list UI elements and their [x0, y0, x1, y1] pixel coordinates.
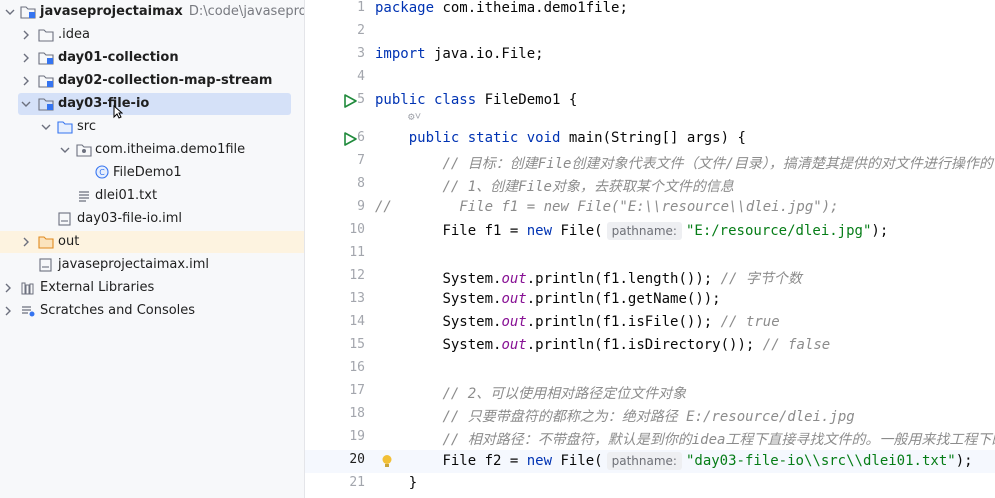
line-number: 12	[349, 268, 365, 283]
line-number: 11	[349, 245, 365, 260]
code-line-3: import java.io.File;	[375, 46, 544, 62]
line-number: 10	[349, 222, 365, 237]
code-line-14: System.out.println(f1.isFile()); // true	[442, 314, 780, 330]
code-line-6: public static void main(String[] args) {	[408, 130, 746, 146]
chevron-right-icon[interactable]	[2, 282, 14, 294]
package-icon	[76, 143, 92, 157]
tree-root-row[interactable]: javaseprojectaimaxD:\code\javaseprojecta…	[0, 1, 304, 23]
code-line-13: System.out.println(f1.getName());	[442, 291, 721, 307]
line-number: 1	[357, 0, 365, 15]
project-tree-panel: javaseprojectaimaxD:\code\javaseprojecta…	[0, 0, 305, 498]
tree-item-label: day03-file-io	[58, 96, 150, 111]
tree-item-label: src	[77, 119, 96, 134]
tree-item-label: dlei01.txt	[95, 188, 158, 203]
chevron-down-icon[interactable]	[4, 6, 16, 18]
tree-item-dlei01[interactable]: dlei01.txt	[0, 185, 304, 207]
chevron-right-icon[interactable]	[2, 305, 14, 317]
iml-file-icon	[57, 212, 73, 226]
line-number: 14	[349, 314, 365, 329]
tree-item-label: Scratches and Consoles	[40, 303, 196, 318]
code-line-7: // 目标：创建File创建对象代表文件（文件/目录），搞清楚其提供的对文件进行…	[442, 156, 993, 172]
chevron-right-icon[interactable]	[20, 52, 32, 64]
parameter-hint: pathname:	[606, 452, 682, 470]
chevron-right-icon[interactable]	[20, 75, 32, 87]
run-class-icon[interactable]	[343, 93, 357, 108]
code-line-17: // 2、可以使用相对路径定位文件对象	[442, 386, 687, 402]
tree-item-project-iml[interactable]: javaseprojectaimax.iml	[0, 254, 304, 276]
code-line-8: // 1、创建File对象，去获取某个文件的信息	[442, 179, 734, 195]
tree-item-label: External Libraries	[40, 280, 155, 295]
line-number: 9	[357, 199, 365, 214]
library-icon	[20, 281, 36, 295]
line-number: 4	[357, 69, 365, 84]
code-line-21: }	[408, 475, 418, 491]
svg-text:C: C	[99, 168, 105, 177]
line-number: 17	[349, 383, 365, 398]
code-line-20: File f2 = new File(pathname: "day03-file-…	[442, 452, 973, 470]
tree-item-idea[interactable]: .idea	[0, 24, 304, 46]
source-folder-icon	[57, 120, 73, 134]
module-folder-icon	[38, 74, 54, 88]
line-number: 13	[349, 291, 365, 306]
line-number: 15	[349, 337, 365, 352]
excluded-folder-icon	[38, 235, 54, 249]
tree-item-label: day01-collection	[58, 50, 179, 65]
tree-item-day03[interactable]: day03-file-io	[0, 93, 304, 119]
code-line-5: public class FileDemo1 {	[375, 92, 578, 108]
code-line-18: // 只要带盘符的都称之为：绝对路径 E:/resource/dlei.jpg	[442, 409, 855, 425]
line-number: 19	[349, 429, 365, 444]
tree-item-out[interactable]: out	[0, 231, 304, 253]
line-number: 3	[357, 46, 365, 61]
tree-item-label: FileDemo1	[113, 165, 182, 180]
chevron-right-icon[interactable]	[20, 236, 32, 248]
tree-item-day01[interactable]: day01-collection	[0, 47, 304, 69]
tree-item-label: day03-file-io.iml	[77, 211, 182, 226]
tree-item-label: out	[58, 234, 80, 249]
run-main-icon[interactable]	[343, 131, 357, 146]
code-line-12: System.out.println(f1.length()); // 字节个数	[442, 271, 802, 287]
java-class-icon: C	[95, 165, 111, 179]
tree-item-external-libraries[interactable]: External Libraries	[0, 277, 304, 299]
chevron-down-icon[interactable]	[40, 121, 52, 133]
tree-item-scratches[interactable]: Scratches and Consoles	[0, 300, 304, 322]
code-line-15: System.out.println(f1.isDirectory()); //…	[442, 337, 831, 353]
text-file-icon	[76, 189, 92, 203]
line-number: 8	[357, 176, 365, 191]
line-number: 20	[349, 452, 365, 467]
tree-item-package[interactable]: com.itheima.demo1file	[0, 139, 304, 161]
code-line-10: File f1 = new File(pathname: "E:/resource…	[442, 222, 889, 240]
tree-item-src[interactable]: src	[0, 116, 304, 138]
chevron-down-icon[interactable]	[59, 144, 71, 156]
chevron-down-icon[interactable]	[20, 98, 32, 110]
chevron-right-icon[interactable]	[20, 29, 32, 41]
code-line-9: // File f1 = new File("E:\\resource\\dle…	[375, 199, 839, 215]
tree-item-day02[interactable]: day02-collection-map-stream	[0, 70, 304, 92]
line-number: 21	[349, 475, 365, 490]
tree-item-label: javaseprojectaimax.iml	[58, 257, 210, 272]
tree-item-label: day02-collection-map-stream	[58, 73, 273, 88]
tree-item-filedemo1[interactable]: C FileDemo1	[0, 162, 304, 184]
tree-item-label: .idea	[58, 27, 90, 42]
iml-file-icon	[38, 258, 54, 272]
line-number: 2	[357, 23, 365, 38]
module-folder-icon	[38, 51, 54, 65]
line-number: 7	[357, 153, 365, 168]
tree-root-label: javaseprojectaimaxD:\code\javaseprojecta…	[40, 4, 305, 19]
tree-item-label: com.itheima.demo1file	[95, 142, 246, 157]
line-number: 18	[349, 406, 365, 421]
line-number: 16	[349, 360, 365, 375]
folder-icon	[38, 28, 54, 42]
module-folder-icon	[20, 5, 36, 19]
parameter-hint: pathname:	[606, 222, 682, 240]
gutter-settings-hint[interactable]: ⚙˅	[408, 110, 421, 124]
module-folder-icon	[38, 97, 54, 111]
code-editor[interactable]: 1 2 3 4 5 6 7 8 9 10 11 12 13 14 15 16 1…	[305, 0, 995, 498]
scratches-icon	[20, 304, 36, 318]
code-line-19: // 相对路径：不带盘符，默认是到你的idea工程下直接寻找文件的。一般用来找工…	[442, 432, 995, 448]
tree-item-day03-iml[interactable]: day03-file-io.iml	[0, 208, 304, 230]
code-line-1: package com.itheima.demo1file;	[375, 0, 628, 16]
